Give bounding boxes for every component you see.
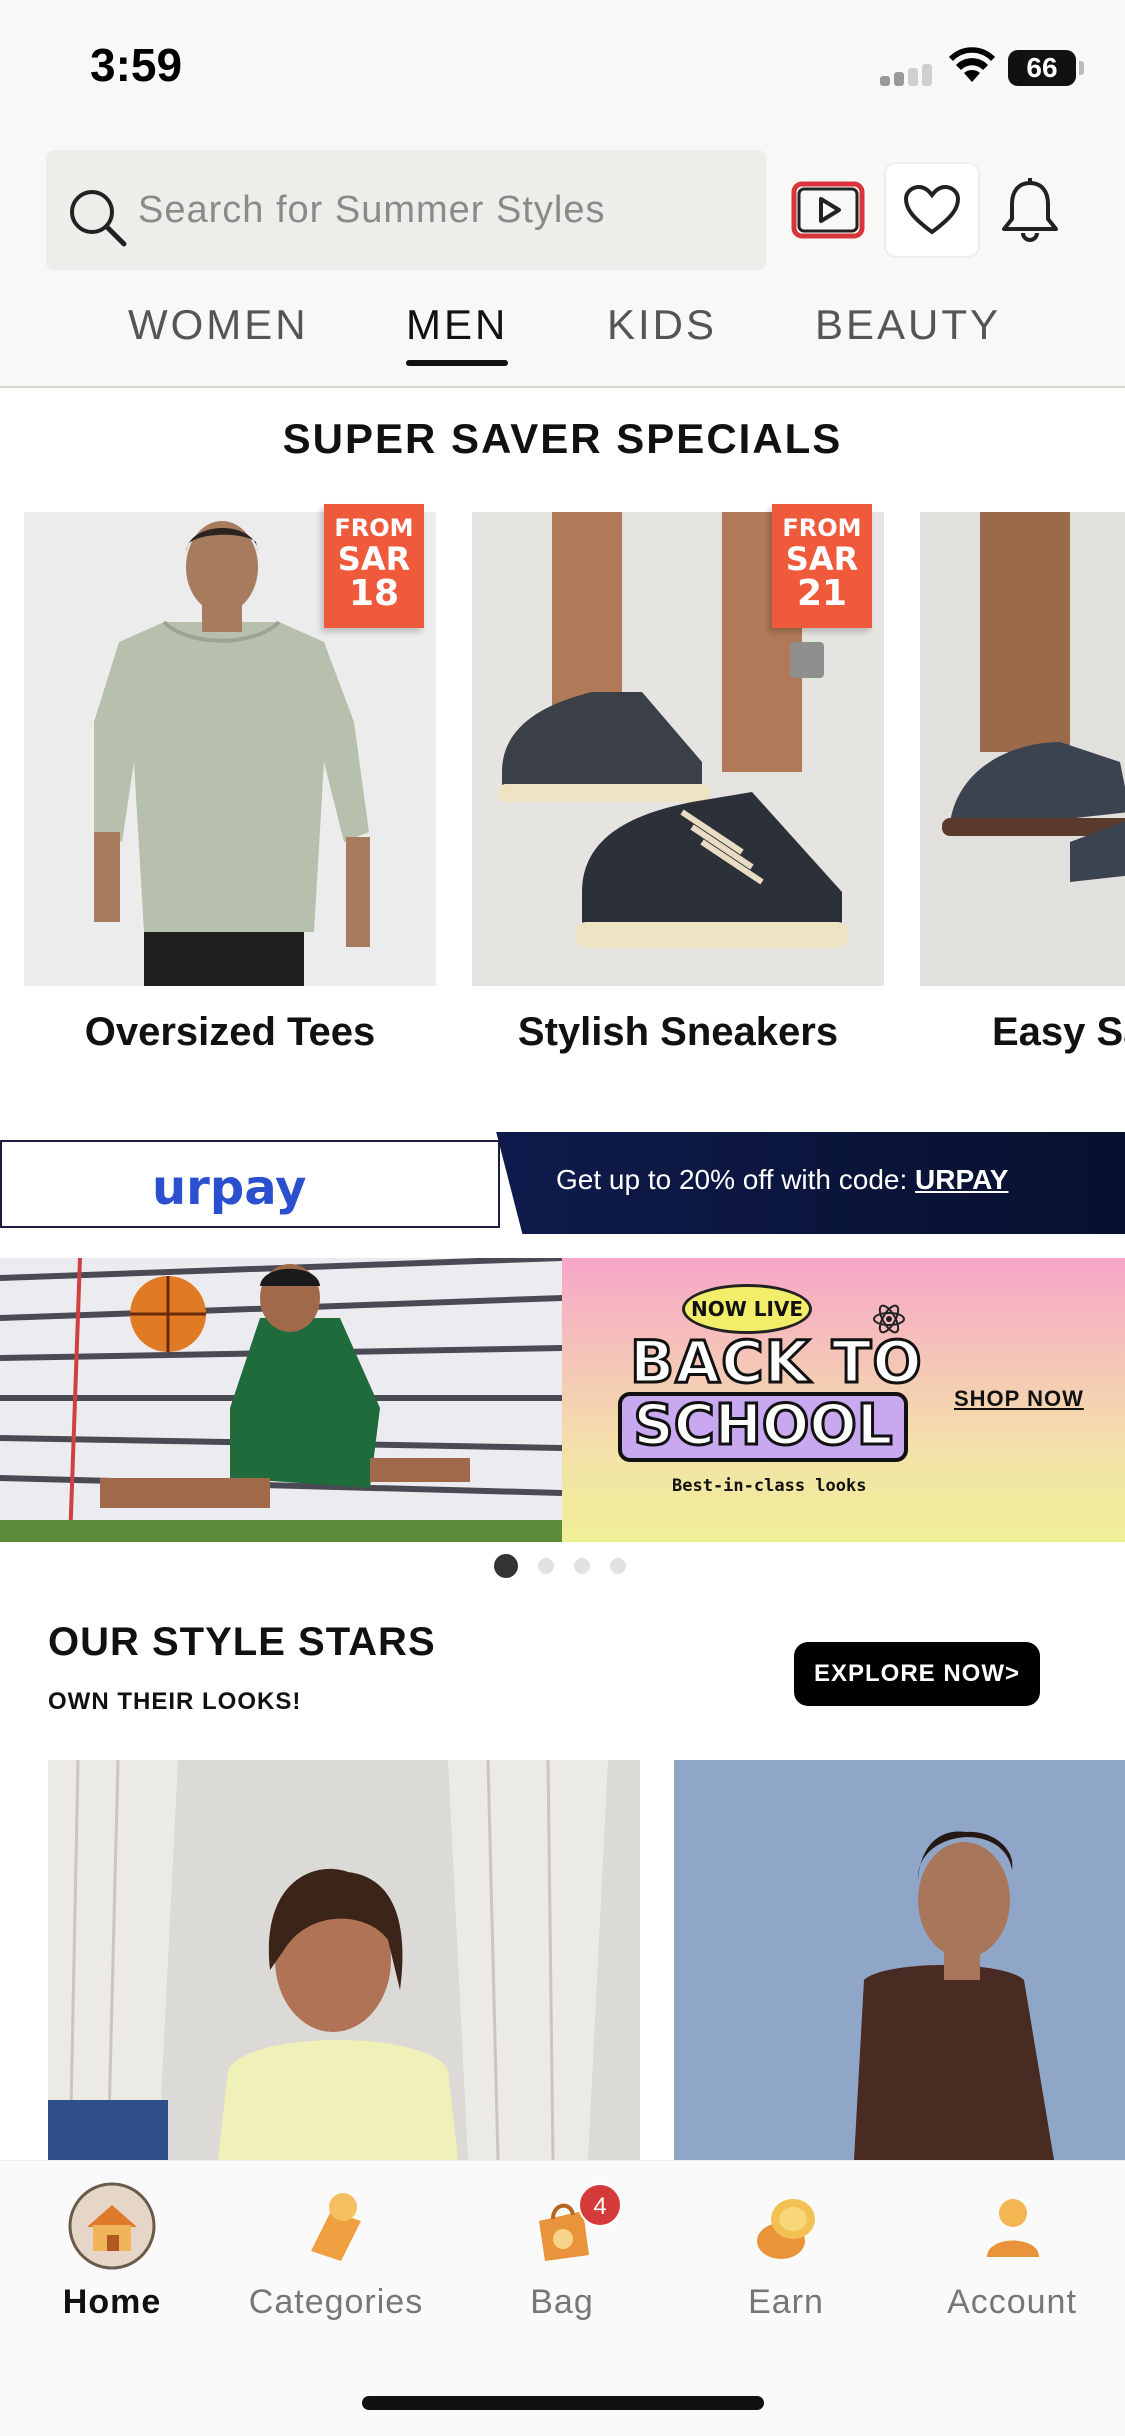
nav-label: Earn <box>748 2283 824 2321</box>
style-stars-subtitle: OWN THEIR LOOKS! <box>48 1688 302 1715</box>
saver-card-label: Oversized Tees <box>84 1010 376 1054</box>
price-tag-currency: SAR <box>785 540 859 578</box>
nav-label: Home <box>62 2283 162 2321</box>
price-tag-from: FROM <box>334 514 414 542</box>
sandals-image <box>920 512 1125 986</box>
nav-label: Account <box>947 2283 1077 2321</box>
wifi-icon <box>949 47 995 82</box>
coins-icon <box>757 2199 815 2259</box>
heart-icon <box>903 184 961 235</box>
signal-icon <box>880 62 934 86</box>
promo-headline-2: SCHOOL <box>618 1392 908 1462</box>
back-to-school-panel: NOW LIVE BACK TO SCHOOL Best-in-class lo… <box>562 1258 1125 1542</box>
home-indicator[interactable] <box>362 2396 764 2410</box>
category-tabs: WOMEN MEN KIDS BEAUTY <box>0 290 1125 380</box>
status-time: 3:59 <box>90 39 183 91</box>
saver-card-stylish-sneakers[interactable]: FROM SAR 21 Stylish Sneakers <box>448 500 884 1080</box>
bag-count-badge: 4 <box>578 2183 622 2227</box>
video-button[interactable] <box>780 162 876 258</box>
saver-card-easy-sandals[interactable]: Easy Sa <box>896 500 1125 1080</box>
style-stars-carousel <box>0 1760 1125 2160</box>
promo-headline-1: BACK TO <box>629 1327 924 1398</box>
nav-earn[interactable]: Earn <box>686 2181 886 2322</box>
urpay-logo: urpay <box>152 1160 307 1216</box>
super-saver-title: SUPER SAVER SPECIALS <box>282 415 843 462</box>
explore-now-button[interactable]: EXPLORE NOW> <box>794 1642 1040 1706</box>
notifications-button[interactable] <box>982 162 1078 258</box>
price-tag-price: 21 <box>796 573 848 614</box>
price-tag: FROM SAR 18 <box>324 504 424 628</box>
style-star-photo <box>674 1760 1125 2160</box>
saver-card-label: Stylish Sneakers <box>517 1010 839 1054</box>
categories-icon <box>311 2193 361 2261</box>
battery-indicator: 66 <box>1008 50 1084 86</box>
style-star-card[interactable] <box>48 1760 640 2160</box>
home-icon <box>68 2182 156 2270</box>
tab-kids[interactable]: KIDS <box>607 290 717 360</box>
search-bar[interactable] <box>46 150 766 270</box>
bottom-navigation: Home Categories 4 Bag Earn Account <box>0 2160 1125 2436</box>
nav-account[interactable]: Account <box>912 2181 1112 2322</box>
account-icon <box>987 2199 1039 2257</box>
promo-basketball-image <box>0 1258 562 1542</box>
video-play-icon <box>791 181 865 239</box>
price-tag: FROM SAR 21 <box>772 504 872 628</box>
now-live-badge: NOW LIVE <box>682 1284 812 1334</box>
bell-icon <box>1002 178 1058 242</box>
price-tag-currency: SAR <box>337 540 411 578</box>
tab-beauty[interactable]: BEAUTY <box>815 290 1001 360</box>
status-bar: 3:59 66 <box>0 0 1125 140</box>
atom-icon <box>873 1304 905 1334</box>
wishlist-button[interactable] <box>884 162 980 258</box>
style-star-photo <box>48 1760 640 2160</box>
carousel-dot[interactable] <box>610 1558 626 1574</box>
style-star-card[interactable] <box>674 1760 1125 2160</box>
nav-home[interactable]: Home <box>12 2181 212 2322</box>
search-icon <box>70 190 127 247</box>
carousel-dot[interactable] <box>574 1558 590 1574</box>
tab-men[interactable]: MEN <box>406 290 509 366</box>
header: WOMEN MEN KIDS BEAUTY <box>0 140 1125 388</box>
search-input[interactable] <box>138 150 748 270</box>
urpay-banner[interactable]: urpay Get up to 20% off with code: URPAY <box>0 1132 1125 1234</box>
urpay-offer-label: Get up to 20% off with code: <box>556 1164 916 1195</box>
saver-card-oversized-tees[interactable]: FROM SAR 18 Oversized Tees <box>0 500 436 1080</box>
carousel-dots <box>490 1554 640 1578</box>
nav-label: Bag <box>530 2283 594 2321</box>
promo-banner[interactable]: NOW LIVE BACK TO SCHOOL Best-in-class lo… <box>0 1258 1125 1542</box>
urpay-offer-text: Get up to 20% off with code: URPAY <box>556 1164 1008 1196</box>
urpay-code: URPAY <box>915 1164 1009 1195</box>
shop-now-link[interactable]: SHOP NOW <box>954 1386 1084 1412</box>
nav-label: Categories <box>248 2283 424 2321</box>
tab-women[interactable]: WOMEN <box>128 290 309 360</box>
nav-categories[interactable]: Categories <box>236 2181 436 2322</box>
super-saver-carousel: FROM SAR 18 Oversized Tees FROM SAR 21 S… <box>0 500 1125 1090</box>
carousel-dot[interactable] <box>538 1558 554 1574</box>
style-stars-title: OUR STYLE STARS <box>48 1620 436 1664</box>
promo-subline: Best-in-class looks <box>672 1476 867 1496</box>
price-tag-from: FROM <box>782 514 862 542</box>
saver-card-label: Easy Sa <box>992 1010 1125 1054</box>
nav-bag[interactable]: 4 Bag <box>462 2181 662 2322</box>
price-tag-price: 18 <box>348 573 400 614</box>
urpay-logo-panel: urpay <box>0 1140 500 1228</box>
carousel-dot-active[interactable] <box>494 1554 518 1578</box>
